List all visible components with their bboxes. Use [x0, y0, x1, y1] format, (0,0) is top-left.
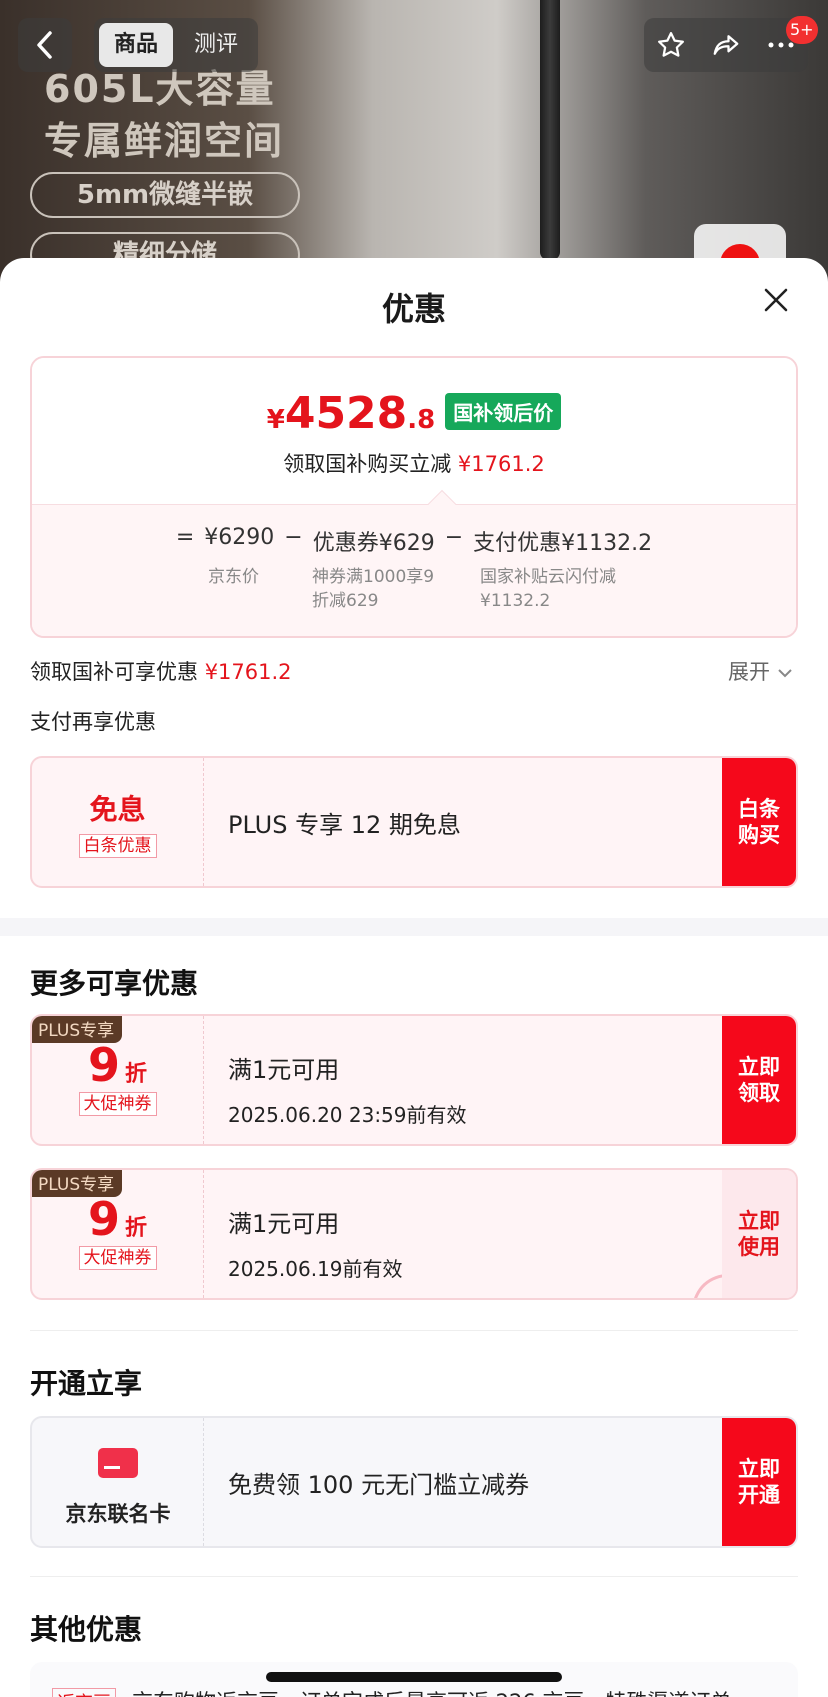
- plus-exclusive-tag: PLUS专享: [32, 1170, 123, 1197]
- other-section-title: 其他优惠: [30, 1613, 143, 1646]
- chevron-down-icon: [777, 669, 792, 678]
- pay-section-title: 支付再享优惠: [30, 710, 156, 734]
- coupon-condition: 满1元可用: [228, 1210, 340, 1238]
- expand-label: 展开: [728, 660, 770, 684]
- price-integer: 4528: [284, 388, 408, 439]
- gov-subsidy-row: 领取国补可享优惠 ¥1761.2: [30, 656, 292, 686]
- plus-exclusive-tag: PLUS专享: [32, 1016, 123, 1043]
- star-icon[interactable]: [656, 30, 686, 60]
- promo-coupon-tag: 大促神券: [78, 1092, 157, 1116]
- price-decimal: .8: [407, 405, 436, 435]
- open-card-button[interactable]: 立即 开通: [722, 1418, 796, 1546]
- subsidy-reduce-line: 领取国补购买立减 ¥1761.2: [32, 448, 796, 478]
- baitiao-desc: PLUS 专享 12 期免息: [228, 810, 461, 839]
- discount-value: 9: [87, 1192, 120, 1246]
- coupon-description: 神券满1000享9 折减629: [312, 565, 434, 613]
- final-price: ¥ 4528 .8 国补领后价: [32, 388, 796, 439]
- subsidy-price-tag: 国补领后价: [445, 393, 562, 430]
- message-badge: 5+: [786, 16, 818, 44]
- jingdou-text: 京东购物返京豆，订单完成后最高可返 226 京豆，特殊渠道订单: [132, 1686, 782, 1697]
- top-right-actions: [644, 18, 808, 72]
- discount-unit: 折: [125, 1216, 148, 1241]
- pay-desc-line: ¥1132.2: [480, 591, 551, 611]
- formula-minus: −: [444, 525, 464, 550]
- expand-button[interactable]: 展开: [728, 656, 793, 686]
- cobrand-card-desc: 免费领 100 元无门槛立减券: [228, 1470, 530, 1499]
- reduce-amount: ¥1761.2: [457, 452, 545, 476]
- plus-coupon-card: PLUS专享 9 折 大促神券 满1元可用 2025.06.19前有效 已领 立…: [30, 1168, 798, 1300]
- price-summary-card: ¥ 4528 .8 国补领后价 领取国补购买立减 ¥1761.2 = ¥6290…: [30, 356, 798, 638]
- coupon-desc-line: 神券满1000享9: [312, 567, 435, 587]
- baitiao-buy-button[interactable]: 白条 购买: [722, 758, 796, 886]
- gov-subsidy-amount: ¥1761.2: [204, 660, 292, 684]
- open-section-title: 开通立享: [30, 1367, 143, 1400]
- gov-subsidy-label: 领取国补可享优惠: [30, 660, 198, 684]
- formula-minus: −: [284, 525, 303, 550]
- share-icon[interactable]: [710, 30, 742, 60]
- baitiao-tag: 白条优惠: [78, 834, 157, 858]
- formula-coupon: 优惠券¥629: [312, 531, 435, 556]
- credit-card-icon: [98, 1448, 138, 1478]
- interest-free-label: 免息: [89, 793, 146, 826]
- cobrand-card-offer: 京东联名卡 免费领 100 元无门槛立减券 立即 开通: [30, 1416, 798, 1548]
- plus-coupon-card: PLUS专享 9 折 大促神券 满1元可用 2025.06.20 23:59前有…: [30, 1014, 798, 1146]
- discount-sheet: 优惠 ¥ 4528 .8 国补领后价 领取国补购买立减 ¥1761.2 = ¥6…: [0, 258, 828, 1697]
- promo-coupon-tag: 大促神券: [78, 1246, 157, 1270]
- claim-coupon-button[interactable]: 立即 领取: [722, 1016, 796, 1144]
- fridge-image: [540, 0, 560, 260]
- use-coupon-button[interactable]: 立即 使用: [722, 1170, 796, 1298]
- close-icon[interactable]: [758, 282, 794, 318]
- top-tabs: 商品 测评: [94, 18, 258, 72]
- coupon-desc-line: 折减629: [312, 591, 379, 611]
- section-divider: [0, 918, 828, 936]
- coupon-condition: 满1元可用: [228, 1056, 340, 1084]
- price-currency: ¥: [266, 405, 285, 435]
- chevron-left-icon: [37, 31, 52, 59]
- jd-price-label: 京东价: [208, 567, 259, 587]
- discount-unit: 折: [125, 1062, 148, 1087]
- pay-description: 国家补贴云闪付减 ¥1132.2: [480, 565, 616, 613]
- cobrand-card-name: 京东联名卡: [65, 1502, 171, 1526]
- coupon-expiry: 2025.06.20 23:59前有效: [228, 1103, 467, 1127]
- home-indicator[interactable]: [266, 1672, 562, 1682]
- formula-jd-price: ¥6290: [204, 525, 275, 550]
- tab-product[interactable]: 商品: [99, 23, 173, 67]
- back-button[interactable]: [18, 18, 72, 72]
- pay-desc-line: 国家补贴云闪付减: [480, 567, 616, 587]
- coupon-expiry: 2025.06.19前有效: [228, 1257, 403, 1281]
- separator: [30, 1576, 798, 1577]
- baitiao-coupon-card: 免息 白条优惠 PLUS 专享 12 期免息 白条 购买: [30, 756, 798, 888]
- formula-equals: =: [175, 525, 195, 550]
- discount-value: 9: [87, 1038, 120, 1092]
- formula-pay: 支付优惠¥1132.2: [473, 531, 653, 556]
- promo-headline-2: 专属鲜润空间: [44, 119, 285, 163]
- tab-review[interactable]: 测评: [179, 23, 253, 67]
- reduce-label: 领取国补购买立减: [283, 452, 452, 476]
- jingdou-tag: 返京豆: [52, 1688, 116, 1697]
- sheet-title: 优惠: [381, 290, 446, 328]
- separator: [30, 1330, 798, 1331]
- promo-pill-1: 5mm微缝半嵌: [30, 172, 300, 218]
- price-formula: = ¥6290 − 优惠券¥629 − 支付优惠¥1132.2: [32, 525, 796, 557]
- more-section-title: 更多可享优惠: [30, 967, 199, 1000]
